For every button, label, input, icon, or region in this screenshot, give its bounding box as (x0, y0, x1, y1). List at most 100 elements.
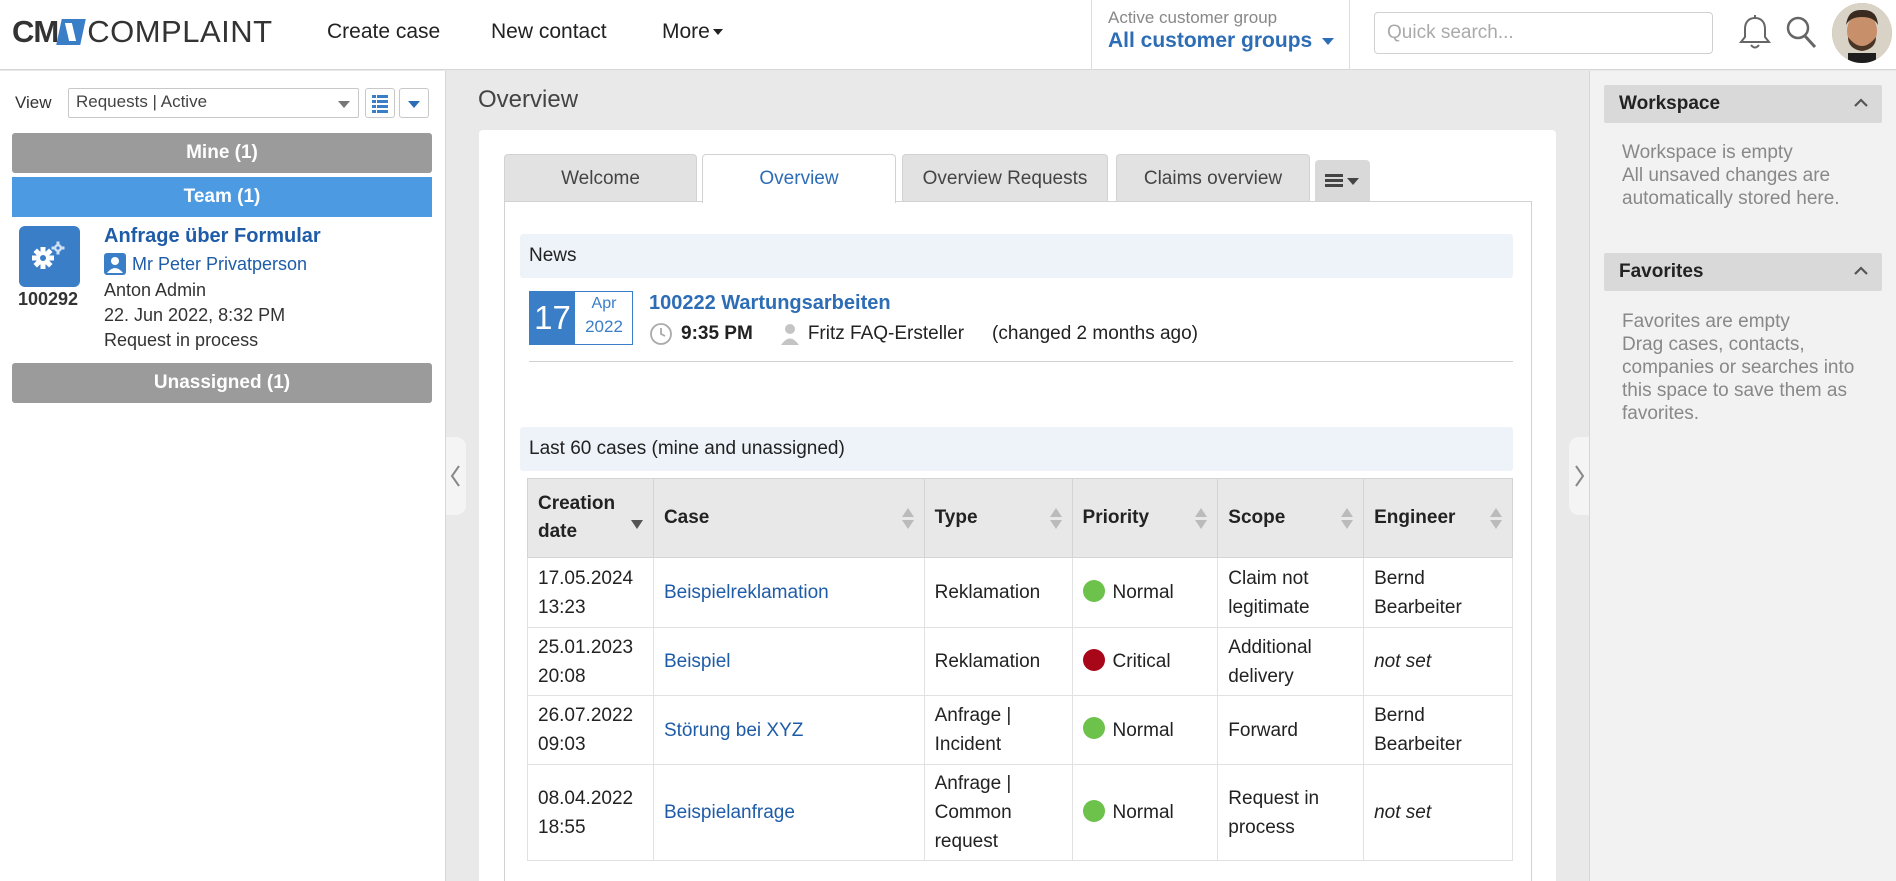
sort-icon (1341, 508, 1354, 530)
priority-dot-icon (1082, 648, 1105, 671)
list-icon (372, 95, 388, 113)
customer-group-select[interactable]: All customer groups (1108, 29, 1335, 53)
page-title: Overview (478, 86, 579, 113)
case-date: 22. Jun 2022, 8:32 PM (104, 305, 286, 325)
view-options-button[interactable] (399, 88, 429, 118)
gear-icon (32, 241, 65, 269)
chevron-down-icon (338, 101, 350, 108)
more-label: More (662, 20, 710, 43)
cell-priority: Critical (1071, 627, 1219, 696)
create-case-link[interactable]: Create case (327, 20, 440, 44)
news-heading: News (520, 234, 1513, 278)
case-link[interactable]: Störung bei XYZ (664, 720, 803, 741)
collapse-left-handle[interactable] (446, 437, 466, 515)
chevron-up-icon (1854, 266, 1868, 275)
cell-engineer: Bernd Bearbeiter (1363, 695, 1513, 765)
tab-claims-overview[interactable]: Claims overview (1116, 154, 1310, 202)
collapse-right-handle[interactable] (1569, 437, 1589, 515)
case-title-link[interactable]: Anfrage über Formular (104, 225, 321, 248)
case-type-icon[interactable] (19, 226, 80, 287)
cell-type: Anfrage | Common request (923, 764, 1073, 861)
cell-date: 26.07.2022 09:03 (527, 695, 654, 765)
favorites-header[interactable]: Favorites (1604, 253, 1882, 291)
cell-engineer: not set (1363, 764, 1513, 861)
more-menu[interactable]: More (662, 20, 723, 44)
workspace-header[interactable]: Workspace (1604, 85, 1882, 123)
workspace-text: Workspace is empty All unsaved changes a… (1622, 142, 1840, 209)
table-row[interactable]: 08.04.2022 18:55 Beispielanfrage Anfrage… (527, 764, 1513, 861)
group-mine[interactable]: Mine (1) (12, 133, 432, 173)
col-creation-date[interactable]: Creation date (527, 478, 654, 558)
search-icon[interactable] (1784, 14, 1818, 50)
cell-priority: Normal (1071, 764, 1219, 861)
col-priority[interactable]: Priority (1071, 478, 1219, 558)
left-panel: View Requests | Active Mine (1) Team (1) (0, 71, 446, 881)
sort-icon (1195, 508, 1208, 530)
case-link[interactable]: Beispielanfrage (664, 802, 795, 823)
col-label: Priority (1082, 507, 1150, 528)
group-unassigned[interactable]: Unassigned (1) (12, 363, 432, 403)
cell-scope: Claim not legitimate (1217, 557, 1365, 628)
logo-mark (56, 19, 86, 45)
col-type[interactable]: Type (923, 478, 1073, 558)
divider (529, 361, 1513, 362)
cell-date: 17.05.2024 13:23 (527, 557, 654, 628)
sort-desc-icon (630, 508, 643, 530)
customer-group-value: All customer groups (1108, 29, 1313, 52)
priority-dot-icon (1082, 579, 1105, 602)
col-scope[interactable]: Scope (1217, 478, 1365, 558)
case-number: 100292 (18, 289, 79, 309)
person-icon (104, 253, 126, 275)
cases-table: Creation date Case Type Priority Scope E… (527, 478, 1513, 861)
quick-search-input[interactable] (1374, 12, 1713, 54)
favorites-text: Favorites are empty Drag cases, contacts… (1622, 311, 1855, 424)
col-label: Creation date (538, 493, 616, 542)
table-row[interactable]: 17.05.2024 13:23 Beispielreklamation Rek… (527, 557, 1513, 628)
table-row[interactable]: 25.01.2023 20:08 Beispiel Reklamation Cr… (527, 627, 1513, 696)
group-team[interactable]: Team (1) (12, 177, 432, 217)
sort-icon (1490, 508, 1502, 530)
cell-scope: Forward (1217, 695, 1365, 765)
table-row[interactable]: 26.07.2022 09:03 Störung bei XYZ Anfrage… (527, 695, 1513, 765)
case-link[interactable]: Beispielreklamation (664, 582, 829, 603)
tab-overview-requests[interactable]: Overview Requests (902, 154, 1108, 202)
col-case[interactable]: Case (652, 478, 925, 558)
priority-dot-icon (1082, 799, 1105, 822)
customer-group-label: Active customer group (1108, 8, 1278, 27)
case-contact-link[interactable]: Mr Peter Privatperson (104, 253, 307, 275)
cell-type: Reklamation (923, 557, 1073, 628)
case-contact-name: Mr Peter Privatperson (132, 253, 308, 274)
news-changed: (changed 2 months ago) (992, 323, 1199, 344)
avatar[interactable] (1832, 3, 1892, 63)
cell-date: 25.01.2023 20:08 (527, 627, 654, 696)
new-contact-link[interactable]: New contact (491, 20, 607, 44)
view-select[interactable]: Requests | Active (68, 88, 359, 118)
cell-type: Reklamation (923, 627, 1073, 696)
chevron-down-icon (408, 101, 420, 108)
news-meta: 9:35 PM Fritz FAQ-Ersteller (changed 2 m… (649, 322, 1198, 346)
news-year: 2022 (585, 317, 623, 336)
sort-icon (1049, 508, 1062, 530)
col-label: Scope (1228, 507, 1286, 528)
list-view-button[interactable] (365, 88, 395, 118)
app-logo[interactable]: CM COMPLAINT (12, 14, 273, 49)
tab-overview[interactable]: Overview (702, 154, 896, 203)
case-link[interactable]: Beispiel (664, 651, 731, 672)
view-select-value: Requests | Active (76, 92, 208, 111)
tab-welcome[interactable]: Welcome (504, 154, 697, 202)
priority-dot-icon (1082, 717, 1105, 740)
news-title-link[interactable]: 100222 Wartungsarbeiten (649, 292, 891, 315)
news-date: 17 Apr 2022 (529, 291, 633, 345)
tab-menu-button[interactable] (1315, 160, 1370, 202)
favorites-title: Favorites (1619, 261, 1704, 282)
col-label: Case (663, 507, 710, 528)
view-label: View (15, 93, 52, 112)
bell-icon[interactable] (1738, 14, 1772, 52)
header-divider (1091, 0, 1092, 70)
priority-label: Critical (1112, 651, 1171, 672)
priority-label: Normal (1112, 719, 1174, 741)
cases-heading: Last 60 cases (mine and unassigned) (520, 427, 1513, 471)
col-engineer[interactable]: Engineer (1363, 478, 1513, 558)
priority-label: Normal (1112, 802, 1174, 823)
col-label: Engineer (1374, 507, 1456, 528)
